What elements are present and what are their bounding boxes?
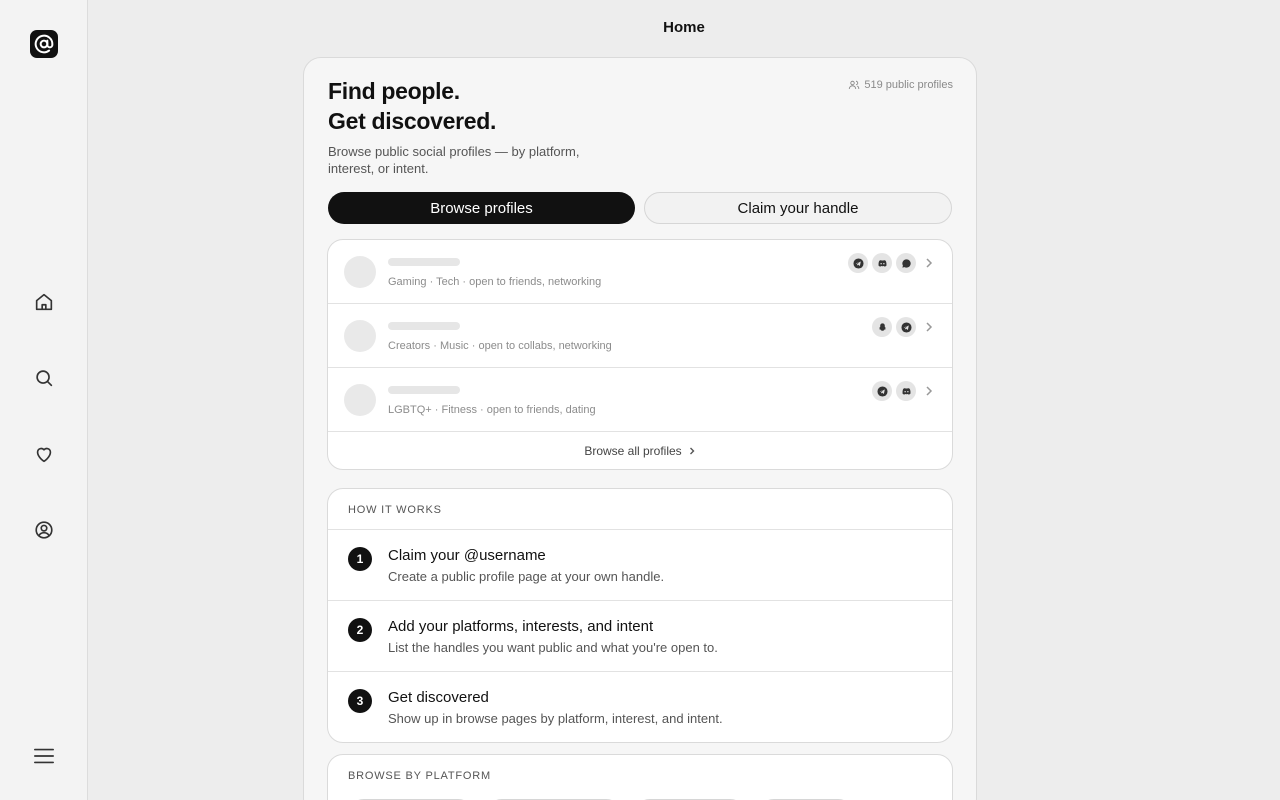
chevron-right-icon — [926, 386, 933, 396]
profile-tags: Gaming · Tech · open to friends, network… — [388, 276, 602, 288]
platform-icons — [872, 381, 916, 401]
at-sign-logo-icon[interactable] — [30, 30, 58, 58]
browse-all-label: Browse all profiles — [584, 444, 682, 458]
chevron-right-icon — [689, 447, 695, 455]
profile-row[interactable]: Gaming · Tech · open to friends, network… — [328, 240, 952, 304]
step-item: 3 Get discovered Show up in browse pages… — [328, 672, 952, 742]
heart-icon[interactable] — [32, 442, 56, 466]
platform-pill-row — [328, 793, 952, 800]
step-description: Show up in browse pages by platform, int… — [388, 711, 723, 726]
search-icon[interactable] — [32, 366, 56, 390]
hero-title-line-2: Get discovered. — [328, 108, 497, 134]
platform-icons — [872, 317, 916, 337]
profile-tags: LGBTQ+ · Fitness · open to friends, dati… — [388, 404, 596, 416]
snapchat-icon — [872, 317, 892, 337]
avatar — [344, 384, 376, 416]
name-placeholder — [388, 322, 460, 330]
profile-count-text: 519 public profiles — [864, 79, 953, 91]
telegram-icon — [848, 253, 868, 273]
profile-count-badge: 519 public profiles — [848, 79, 953, 91]
discord-icon — [872, 253, 892, 273]
step-description: Create a public profile page at your own… — [388, 569, 665, 584]
telegram-icon — [872, 381, 892, 401]
step-title: Get discovered — [388, 689, 489, 706]
step-description: List the handles you want public and wha… — [388, 640, 718, 655]
home-icon[interactable] — [32, 290, 56, 314]
profile-row[interactable]: LGBTQ+ · Fitness · open to friends, dati… — [328, 368, 952, 432]
name-placeholder — [388, 258, 460, 266]
browse-by-platform-card: BROWSE BY PLATFORM — [327, 754, 953, 800]
hero-title: Find people. Get discovered. — [328, 76, 496, 136]
avatar — [344, 256, 376, 288]
claim-handle-button[interactable]: Claim your handle — [644, 192, 952, 224]
chevron-right-icon — [926, 322, 933, 332]
platform-icons — [848, 253, 916, 273]
discord-icon — [896, 381, 916, 401]
how-it-works-card: HOW IT WORKS 1 Claim your @username Crea… — [327, 488, 953, 743]
step-item: 1 Claim your @username Create a public p… — [328, 530, 952, 601]
how-it-works-heading: HOW IT WORKS — [328, 489, 952, 530]
hero-subtitle: Browse public social profiles — by platf… — [328, 144, 580, 176]
sidebar — [0, 0, 88, 800]
name-placeholder — [388, 386, 460, 394]
telegram-icon — [896, 317, 916, 337]
step-number: 3 — [348, 689, 372, 713]
browse-profiles-button[interactable]: Browse profiles — [328, 192, 635, 224]
browse-by-platform-heading: BROWSE BY PLATFORM — [348, 770, 491, 782]
hamburger-menu-icon[interactable] — [32, 744, 56, 768]
users-icon — [849, 80, 860, 90]
user-circle-icon[interactable] — [32, 518, 56, 542]
step-item: 2 Add your platforms, interests, and int… — [328, 601, 952, 672]
profiles-preview-card: Gaming · Tech · open to friends, network… — [327, 239, 953, 470]
chat-bubble-icon — [896, 253, 916, 273]
browse-all-profiles-link[interactable]: Browse all profiles — [328, 432, 952, 469]
step-number: 2 — [348, 618, 372, 642]
chevron-right-icon — [926, 258, 933, 268]
profile-tags: Creators · Music · open to collabs, netw… — [388, 340, 612, 352]
step-title: Add your platforms, interests, and inten… — [388, 618, 654, 635]
main-panel: Find people. Get discovered. Browse publ… — [303, 57, 977, 800]
hero-title-line-1: Find people. — [328, 78, 460, 104]
step-number: 1 — [348, 547, 372, 571]
avatar — [344, 320, 376, 352]
profile-row[interactable]: Creators · Music · open to collabs, netw… — [328, 304, 952, 368]
step-title: Claim your @username — [388, 547, 546, 564]
page-title: Home — [663, 19, 705, 36]
